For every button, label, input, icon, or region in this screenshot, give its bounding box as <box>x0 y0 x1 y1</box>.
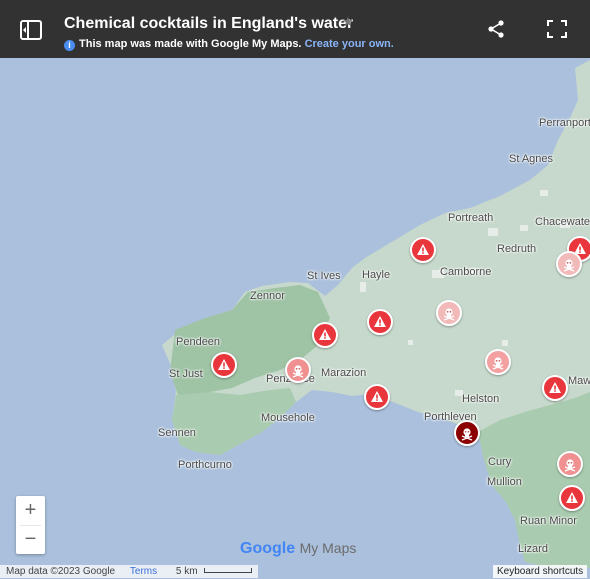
place-label-st-ives: St Ives <box>307 270 341 282</box>
place-label-pendeen: Pendeen <box>176 336 221 348</box>
zoom-control: + − <box>16 496 45 554</box>
zoom-in-button[interactable]: + <box>16 496 45 525</box>
place-label-maw: Maw <box>568 375 590 387</box>
warning-icon <box>549 382 561 393</box>
skull-icon <box>292 365 304 378</box>
zoom-out-button[interactable]: − <box>16 525 45 554</box>
place-label-porthcurno: Porthcurno <box>178 459 232 471</box>
skull-marker[interactable] <box>557 451 583 477</box>
skull-icon <box>563 259 575 272</box>
my-maps-text: My Maps <box>299 540 357 556</box>
warning-icon <box>218 359 230 370</box>
place-label-portreath: Portreath <box>448 212 494 224</box>
fullscreen-icon[interactable] <box>547 20 567 38</box>
skull-icon <box>461 428 473 441</box>
create-your-own-link[interactable]: Create your own. <box>305 38 394 50</box>
google-logo-text: Google <box>240 540 296 557</box>
warning-icon <box>319 329 331 340</box>
map-header: Chemical cocktails in England's water ★ … <box>0 0 590 58</box>
warning-marker[interactable] <box>211 352 237 378</box>
place-label-camborne: Camborne <box>440 266 492 278</box>
warning-icon <box>417 244 429 255</box>
warning-icon <box>371 391 383 402</box>
star-icon[interactable]: ★ <box>342 14 354 30</box>
terms-link[interactable]: Terms <box>130 566 157 577</box>
place-label-mullion: Mullion <box>487 476 522 488</box>
place-label-zennor: Zennor <box>250 290 285 302</box>
skull-marker[interactable] <box>436 300 462 326</box>
place-label-marazion: Marazion <box>321 367 367 379</box>
place-label-sennen: Sennen <box>158 427 196 439</box>
warning-marker[interactable] <box>542 375 568 401</box>
notice-text: This map was made with Google My Maps. <box>79 38 302 50</box>
info-icon: i <box>64 40 75 51</box>
skull-marker[interactable] <box>485 349 511 375</box>
share-icon[interactable] <box>487 20 505 38</box>
place-label-lizard: Lizard <box>518 543 548 555</box>
warning-marker[interactable] <box>367 309 393 335</box>
place-label-ruan-minor: Ruan Minor <box>520 515 577 527</box>
map-footer: Map data ©2023 Google Terms 5 km <box>0 565 258 578</box>
place-label-perranport: Perranport <box>539 117 590 129</box>
warning-marker[interactable] <box>312 322 338 348</box>
warning-marker[interactable] <box>364 384 390 410</box>
map-title: Chemical cocktails in England's water <box>64 15 354 32</box>
place-label-st-just: St Just <box>169 368 203 380</box>
skull-marker[interactable] <box>454 420 480 446</box>
place-label-redruth: Redruth <box>497 243 537 255</box>
skull-icon <box>443 308 455 321</box>
place-label-hayle: Hayle <box>362 269 391 281</box>
warning-icon <box>566 492 578 503</box>
map-data-attribution: Map data ©2023 Google <box>6 566 116 577</box>
place-label-cury: Cury <box>488 456 512 468</box>
sidebar-toggle-icon[interactable] <box>20 20 42 40</box>
warning-marker[interactable] <box>559 485 585 511</box>
map-notice: i This map was made with Google My Maps. … <box>64 38 394 51</box>
place-label-chacewater: Chacewater <box>535 216 590 228</box>
place-label-helston: Helston <box>462 393 500 405</box>
zoom-divider <box>20 525 41 526</box>
skull-marker[interactable] <box>285 357 311 383</box>
place-label-st-agnes: St Agnes <box>509 153 554 165</box>
keyboard-shortcuts-link[interactable]: Keyboard shortcuts <box>493 565 588 578</box>
map-canvas[interactable] <box>0 0 590 579</box>
warning-marker[interactable] <box>410 237 436 263</box>
scale-bar <box>203 568 252 573</box>
scale-label: 5 km <box>175 566 198 577</box>
warning-icon <box>374 316 386 327</box>
google-my-maps-logo: Google My Maps <box>240 540 356 558</box>
skull-icon <box>492 357 504 370</box>
skull-marker[interactable] <box>556 251 582 277</box>
skull-icon <box>564 459 576 472</box>
place-label-mousehole: Mousehole <box>261 412 315 424</box>
